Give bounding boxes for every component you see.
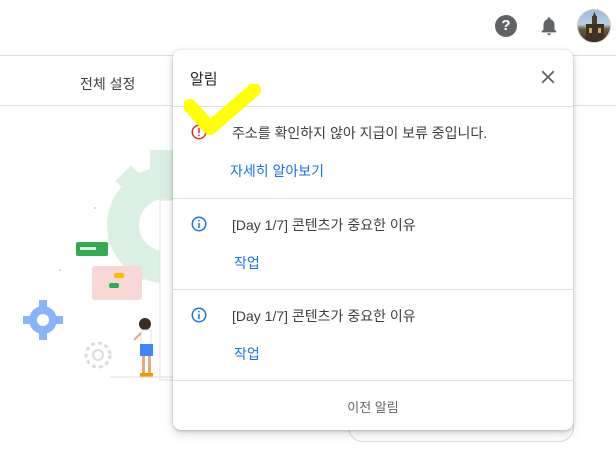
background-illustration xyxy=(23,150,180,381)
info-circle-icon xyxy=(191,307,207,323)
previous-notifications-link[interactable]: 이전 알림 xyxy=(173,397,573,416)
notification-text: [Day 1/7] 콘텐츠가 중요한 이유 xyxy=(232,217,416,233)
bell-icon[interactable] xyxy=(538,14,560,38)
notification-text: [Day 1/7] 콘텐츠가 중요한 이유 xyxy=(232,308,416,324)
avatar[interactable] xyxy=(577,9,611,43)
person-figure xyxy=(133,318,153,377)
tab-general-settings[interactable]: 전체 설정 xyxy=(80,74,135,94)
close-icon[interactable] xyxy=(537,66,559,88)
top-bar: ? xyxy=(0,0,616,56)
divider xyxy=(173,289,573,290)
info-circle-icon xyxy=(191,216,207,232)
learn-more-link[interactable]: 자세히 알아보기 xyxy=(230,161,324,181)
yellow-check-annotation xyxy=(184,84,261,135)
task-link[interactable]: 작업 xyxy=(234,253,260,273)
small-blue-gear-icon xyxy=(23,300,63,340)
divider xyxy=(173,380,573,381)
help-icon[interactable]: ? xyxy=(495,15,517,37)
divider xyxy=(173,198,573,199)
task-link[interactable]: 작업 xyxy=(234,344,260,364)
notification-text: 주소를 확인하지 않아 지급이 보류 중입니다. xyxy=(232,125,488,141)
